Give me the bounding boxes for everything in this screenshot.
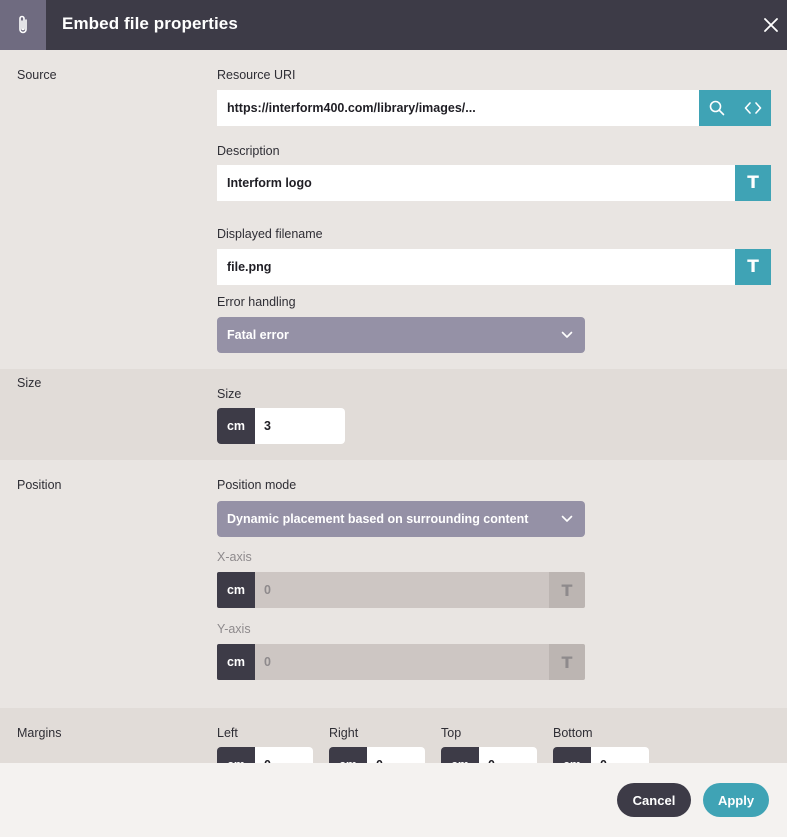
filename-field: file.png T: [217, 249, 771, 285]
position-mode-select[interactable]: Dynamic placement based on surrounding c…: [217, 501, 585, 537]
description-field: Interform logo T: [217, 165, 771, 201]
description-text-button[interactable]: T: [735, 165, 771, 201]
margin-right-field: cm 0: [329, 747, 425, 763]
margin-bottom-input[interactable]: 0: [591, 747, 649, 763]
margin-bottom-unit[interactable]: cm: [553, 747, 591, 763]
size-input[interactable]: 3: [255, 408, 345, 444]
filename-input[interactable]: file.png: [217, 260, 735, 274]
y-axis-label: Y-axis: [217, 622, 251, 636]
filename-label: Displayed filename: [217, 227, 323, 241]
error-handling-select[interactable]: Fatal error: [217, 317, 585, 353]
margin-left-field: cm 0: [217, 747, 313, 763]
size-section: Size Size cm 3: [0, 369, 787, 460]
margins-section: Margins Left cm 0 Right cm 0 Top cm 0 Bo…: [0, 708, 787, 763]
resource-uri-label: Resource URI: [217, 68, 296, 82]
x-axis-label: X-axis: [217, 550, 252, 564]
cancel-button[interactable]: Cancel: [617, 783, 691, 817]
margin-bottom-label: Bottom: [553, 726, 593, 740]
chevron-down-icon: [561, 515, 573, 522]
size-field: cm 3: [217, 408, 345, 444]
x-axis-unit: cm: [217, 572, 255, 608]
y-axis-input: 0: [255, 644, 549, 680]
size-section-label: Size: [17, 376, 42, 390]
description-input[interactable]: Interform logo: [217, 176, 735, 190]
margin-right-label: Right: [329, 726, 359, 740]
margin-top-label: Top: [441, 726, 462, 740]
position-mode-label: Position mode: [217, 478, 297, 492]
y-axis-unit: cm: [217, 644, 255, 680]
y-axis-text-button: T: [549, 644, 585, 680]
dialog-header: Embed file properties: [0, 0, 787, 50]
margin-bottom-field: cm 0: [553, 747, 649, 763]
margin-left-unit[interactable]: cm: [217, 747, 255, 763]
margin-left-input[interactable]: 0: [255, 747, 313, 763]
chevron-down-icon: [561, 331, 573, 338]
text-icon: T: [561, 652, 573, 672]
dialog-footer: Cancel Apply: [0, 763, 787, 837]
x-axis-field: cm 0 T: [217, 572, 585, 608]
source-section-label: Source: [17, 68, 57, 82]
paperclip-icon: [0, 0, 46, 50]
size-unit[interactable]: cm: [217, 408, 255, 444]
resource-uri-input[interactable]: https://interform400.com/library/images/…: [217, 101, 699, 115]
margin-right-input[interactable]: 0: [367, 747, 425, 763]
text-icon: T: [561, 580, 573, 600]
margin-top-unit[interactable]: cm: [441, 747, 479, 763]
margin-top-input[interactable]: 0: [479, 747, 537, 763]
search-button[interactable]: [699, 90, 735, 126]
code-button[interactable]: [735, 90, 771, 126]
text-icon: T: [747, 257, 759, 277]
x-axis-text-button: T: [549, 572, 585, 608]
size-field-label: Size: [217, 387, 242, 401]
y-axis-field: cm 0 T: [217, 644, 585, 680]
position-mode-value: Dynamic placement based on surrounding c…: [227, 512, 529, 526]
margin-right-unit[interactable]: cm: [329, 747, 367, 763]
error-handling-value: Fatal error: [227, 328, 289, 342]
code-icon: [744, 102, 762, 114]
source-section: Source Resource URI https://interform400…: [0, 50, 787, 369]
resource-uri-field: https://interform400.com/library/images/…: [217, 90, 771, 126]
margins-section-label: Margins: [17, 726, 62, 740]
error-handling-label: Error handling: [217, 295, 296, 309]
filename-text-button[interactable]: T: [735, 249, 771, 285]
dialog-title: Embed file properties: [62, 14, 238, 33]
margin-left-label: Left: [217, 726, 238, 740]
search-icon: [709, 100, 725, 116]
description-label: Description: [217, 144, 280, 158]
position-section-label: Position: [17, 478, 62, 492]
close-icon[interactable]: [761, 15, 781, 35]
position-section: Position Position mode Dynamic placement…: [0, 460, 787, 708]
margin-top-field: cm 0: [441, 747, 537, 763]
dialog-body[interactable]: Source Resource URI https://interform400…: [0, 50, 787, 763]
text-icon: T: [747, 173, 759, 193]
x-axis-input: 0: [255, 572, 549, 608]
apply-button[interactable]: Apply: [703, 783, 769, 817]
